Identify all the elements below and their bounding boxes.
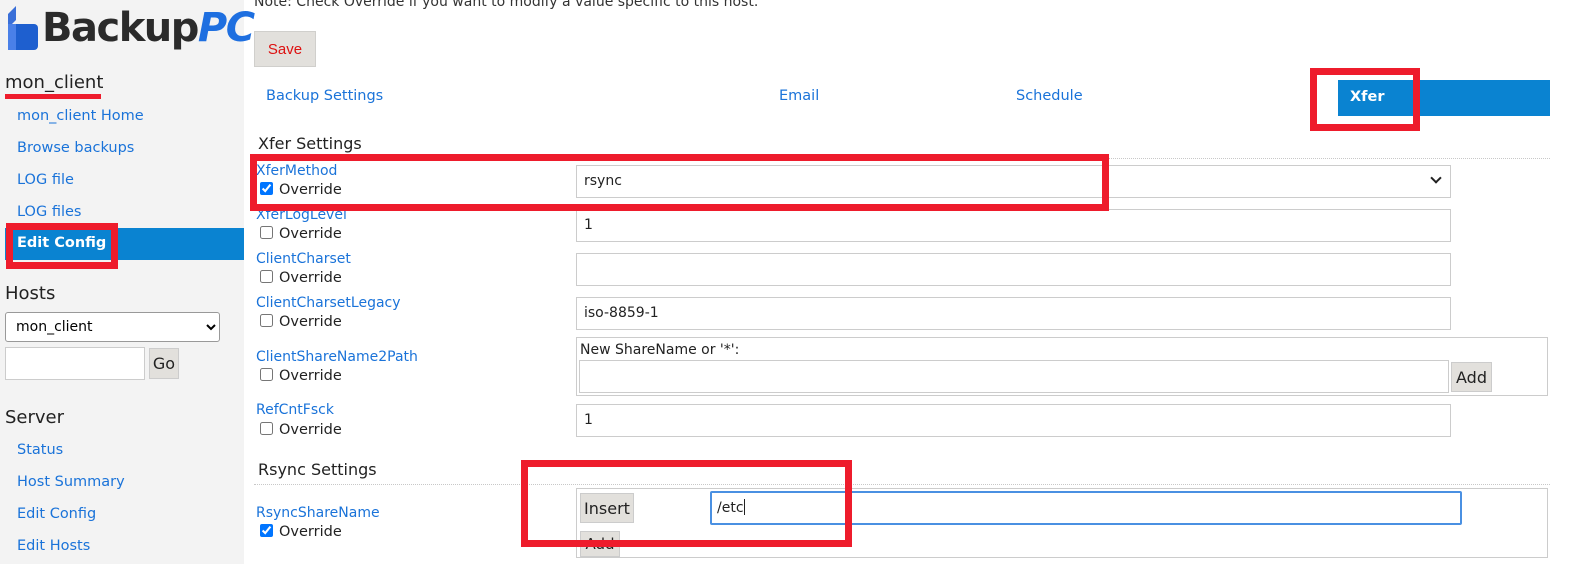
section-divider (254, 484, 1550, 485)
xferloglevel-label[interactable]: XferLogLevel (256, 207, 347, 223)
override-label: Override (279, 182, 342, 198)
tab-backup-settings[interactable]: Backup Settings (266, 88, 383, 104)
clientcharsetlegacy-label[interactable]: ClientCharsetLegacy (256, 295, 401, 311)
sidebar-item-host-summary[interactable]: Host Summary (17, 474, 125, 490)
host-search-input[interactable] (5, 347, 145, 380)
sidebar-item-status[interactable]: Status (17, 442, 63, 458)
rsyncsharename-label[interactable]: RsyncShareName (256, 505, 380, 521)
rsyncsharename-value: /etc (717, 500, 744, 516)
go-button[interactable]: Go (149, 348, 179, 379)
tab-email[interactable]: Email (779, 88, 819, 104)
sidebar-item-log-files[interactable]: LOG files (17, 204, 81, 220)
refcntfsck-override[interactable]: Override (259, 422, 342, 438)
xfermethod-label[interactable]: XferMethod (256, 163, 337, 179)
xferloglevel-input[interactable]: 1 (576, 209, 1451, 242)
new-sharename-input[interactable] (579, 360, 1449, 393)
add-sharename-button[interactable]: Add (1451, 362, 1492, 392)
host-title: mon_client (5, 72, 104, 93)
tab-schedule[interactable]: Schedule (1016, 88, 1083, 104)
override-label: Override (279, 314, 342, 330)
clientcharsetlegacy-override-checkbox[interactable] (260, 314, 273, 327)
override-label: Override (279, 524, 342, 540)
override-label: Override (279, 226, 342, 242)
sidebar-item-server-edit-config[interactable]: Edit Config (17, 506, 96, 522)
clientcharsetlegacy-override[interactable]: Override (259, 314, 342, 330)
tab-xfer[interactable]: Xfer (1338, 80, 1550, 116)
refcntfsck-override-checkbox[interactable] (260, 422, 273, 435)
host-select[interactable]: mon_client (5, 312, 220, 342)
override-label: Override (279, 368, 342, 384)
rsync-settings-heading: Rsync Settings (258, 460, 377, 479)
logo-text-pc: PC (197, 5, 255, 51)
clientsharename2path-label[interactable]: ClientShareName2Path (256, 349, 418, 365)
server-heading: Server (5, 407, 65, 428)
sidebar: BackupPC mon_client mon_client Home Brow… (0, 0, 255, 564)
insert-share-button[interactable]: Insert (580, 493, 634, 523)
override-label: Override (279, 270, 342, 286)
logo-text: BackupPC (42, 4, 255, 52)
xferloglevel-override[interactable]: Override (259, 226, 342, 242)
sidebar-item-edit-config-active[interactable]: Edit Config (5, 228, 244, 260)
sidebar-item-browse-backups[interactable]: Browse backups (17, 140, 134, 156)
text-cursor (743, 499, 745, 515)
clientcharset-override[interactable]: Override (259, 270, 342, 286)
logo-icon (8, 6, 38, 50)
sidebar-item-log-file[interactable]: LOG file (17, 172, 74, 188)
rsyncsharename-input[interactable]: /etc (710, 491, 1462, 525)
save-button[interactable]: Save (254, 31, 316, 67)
xfermethod-override-checkbox[interactable] (260, 182, 273, 195)
rsyncsharename-override-checkbox[interactable] (260, 524, 273, 537)
tab-xfer-label: Xfer (1350, 89, 1385, 105)
xfermethod-override[interactable]: Override (259, 182, 342, 198)
backuppc-logo[interactable]: BackupPC (4, 2, 255, 54)
xfermethod-select[interactable]: rsync (576, 165, 1451, 198)
clientsharename2path-override-checkbox[interactable] (260, 368, 273, 381)
clientsharename2path-override[interactable]: Override (259, 368, 342, 384)
add-share-button[interactable]: Add (580, 531, 620, 557)
override-label: Override (279, 422, 342, 438)
xferloglevel-override-checkbox[interactable] (260, 226, 273, 239)
xfermethod-value: rsync (584, 173, 622, 189)
clientsharename2path-box: New ShareName or '*': Add (576, 337, 1548, 396)
sidebar-item-edit-hosts[interactable]: Edit Hosts (17, 538, 90, 554)
refcntfsck-label[interactable]: RefCntFsck (256, 402, 334, 418)
override-note: Note: Check Override if you want to modi… (254, 0, 759, 10)
hosts-heading: Hosts (5, 283, 56, 304)
rsyncsharename-override[interactable]: Override (259, 524, 342, 540)
sidebar-item-host-home[interactable]: mon_client Home (17, 108, 144, 124)
clientcharset-override-checkbox[interactable] (260, 270, 273, 283)
sidebar-item-label: Edit Config (17, 235, 107, 251)
refcntfsck-input[interactable]: 1 (576, 404, 1451, 437)
new-sharename-label: New ShareName or '*': (580, 342, 740, 358)
chevron-down-icon (1430, 172, 1442, 184)
xfer-settings-heading: Xfer Settings (258, 134, 362, 153)
annotation-underline (5, 94, 101, 99)
logo-text-backup: Backup (42, 5, 199, 51)
rsyncsharename-box: Insert /etc Add (576, 488, 1548, 558)
clientcharset-input[interactable] (576, 253, 1451, 286)
section-divider (254, 158, 1550, 159)
clientcharset-label[interactable]: ClientCharset (256, 251, 351, 267)
clientcharsetlegacy-input[interactable]: iso-8859-1 (576, 297, 1451, 330)
